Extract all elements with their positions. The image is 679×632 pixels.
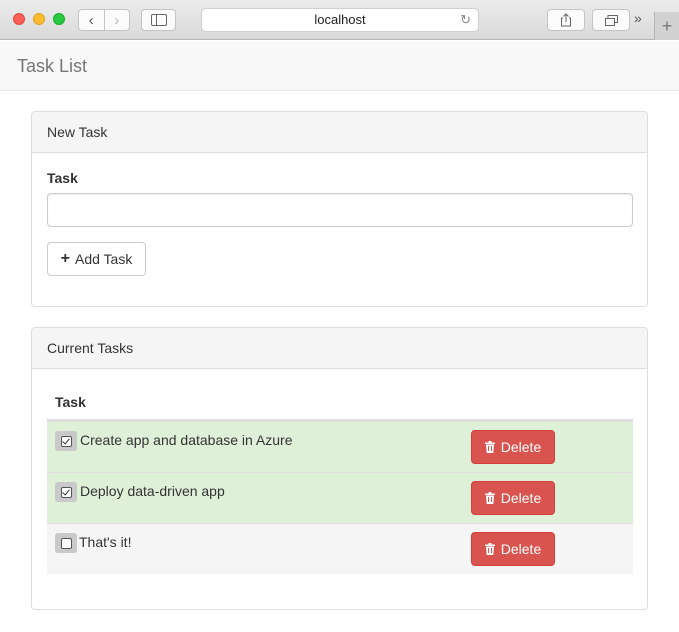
task-column-header: Task bbox=[47, 384, 633, 421]
more-icon[interactable]: » bbox=[634, 10, 642, 26]
tabs-icon[interactable] bbox=[592, 9, 630, 31]
delete-button[interactable]: Delete bbox=[471, 481, 555, 515]
zoom-window-button[interactable] bbox=[53, 13, 65, 25]
new-task-panel: New Task Task + Add Task bbox=[31, 111, 648, 307]
reload-icon[interactable]: ↻ bbox=[460, 9, 471, 31]
delete-button[interactable]: Delete bbox=[471, 532, 555, 566]
add-task-label: Add Task bbox=[75, 251, 133, 267]
task-text: Deploy data-driven app bbox=[80, 483, 225, 499]
address-bar[interactable]: localhost ↻ bbox=[201, 8, 479, 32]
checkbox-checked-icon bbox=[60, 486, 72, 498]
back-icon[interactable]: ‹ bbox=[79, 10, 104, 30]
close-window-button[interactable] bbox=[13, 13, 25, 25]
task-field-label: Task bbox=[47, 170, 78, 186]
table-row: That's it! Delete bbox=[47, 523, 633, 574]
delete-label: Delete bbox=[500, 439, 542, 455]
table-row: Create app and database in Azure Delete bbox=[47, 421, 633, 472]
task-text: That's it! bbox=[79, 534, 132, 550]
trash-icon bbox=[484, 543, 495, 555]
browser-toolbar: ‹ › localhost ↻ » + bbox=[0, 0, 679, 40]
minimize-window-button[interactable] bbox=[33, 13, 45, 25]
plus-icon: + bbox=[60, 250, 70, 267]
trash-icon bbox=[484, 492, 495, 504]
task-checkbox[interactable] bbox=[55, 533, 77, 553]
checkbox-checked-icon bbox=[60, 435, 72, 447]
url-text: localhost bbox=[314, 12, 366, 27]
forward-icon[interactable]: › bbox=[103, 10, 130, 30]
tasks-table: Task Create app and database in Azure De… bbox=[47, 384, 633, 574]
task-checkbox[interactable] bbox=[55, 482, 77, 502]
current-tasks-heading: Current Tasks bbox=[32, 328, 647, 369]
delete-button[interactable]: Delete bbox=[471, 430, 555, 464]
new-tab-icon[interactable]: + bbox=[654, 12, 679, 40]
app-navbar: Task List bbox=[0, 41, 679, 91]
table-row: Deploy data-driven app Delete bbox=[47, 472, 633, 523]
sidebar-icon[interactable] bbox=[141, 9, 176, 31]
add-task-button[interactable]: + Add Task bbox=[47, 242, 146, 276]
share-icon[interactable] bbox=[547, 9, 585, 31]
task-text: Create app and database in Azure bbox=[80, 432, 293, 448]
task-input[interactable] bbox=[47, 193, 633, 227]
current-tasks-panel: Current Tasks Task Create app and databa… bbox=[31, 327, 648, 610]
checkbox-unchecked-icon bbox=[60, 537, 72, 549]
delete-label: Delete bbox=[500, 541, 542, 557]
brand-link[interactable]: Task List bbox=[17, 56, 87, 77]
history-nav: ‹ › bbox=[78, 9, 130, 31]
task-checkbox[interactable] bbox=[55, 431, 77, 451]
delete-label: Delete bbox=[500, 490, 542, 506]
trash-icon bbox=[484, 441, 495, 453]
new-task-heading: New Task bbox=[32, 112, 647, 153]
